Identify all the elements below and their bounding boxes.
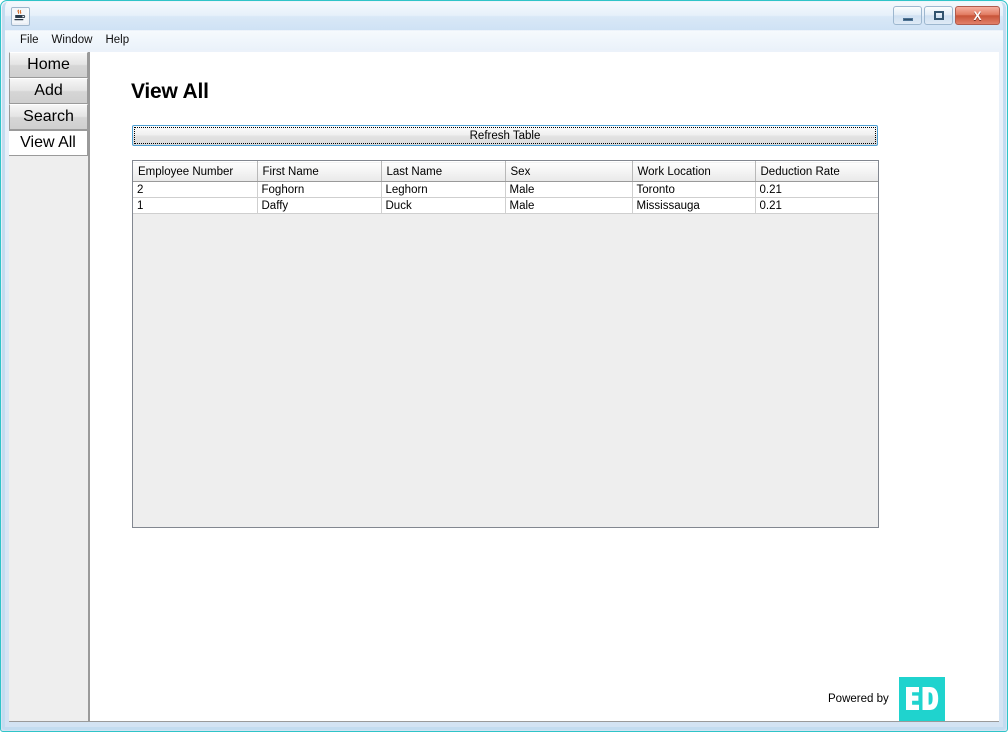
sidebar-item-label: Add <box>34 82 63 99</box>
cell-employee-number[interactable]: 1 <box>133 197 258 214</box>
menu-item-file[interactable]: File <box>14 33 46 49</box>
refresh-table-button-label: Refresh Table <box>469 129 541 142</box>
employee-table: Employee Number First Name Last Name Sex… <box>133 161 878 214</box>
table-row[interactable]: 2 Foghorn Leghorn Male Toronto 0.21 <box>133 181 878 198</box>
cell-deduction-rate[interactable]: 0.21 <box>755 197 878 214</box>
table-header-row: Employee Number First Name Last Name Sex… <box>133 161 878 182</box>
table-row[interactable]: 1 Daffy Duck Male Mississauga 0.21 <box>133 197 878 214</box>
sidebar-item-label: Home <box>27 56 70 73</box>
column-header-work-location[interactable]: Work Location <box>632 161 756 182</box>
cell-first-name[interactable]: Daffy <box>257 197 382 214</box>
cell-employee-number[interactable]: 2 <box>133 181 258 198</box>
application-window: X File Window Help Home Add Search View … <box>0 0 1008 732</box>
main-panel: View All Refresh Table Employee Number F… <box>89 52 999 722</box>
powered-by-label: Powered by <box>828 693 889 705</box>
sidebar-item-label: View All <box>20 134 76 151</box>
sidebar-item-label: Search <box>23 108 74 125</box>
sidebar-item-search[interactable]: Search <box>9 104 88 130</box>
sidebar-item-add[interactable]: Add <box>9 78 88 104</box>
cell-deduction-rate[interactable]: 0.21 <box>755 181 878 198</box>
page-title: View All <box>131 80 209 103</box>
menu-bar: File Window Help <box>5 31 1003 50</box>
cell-work-location[interactable]: Toronto <box>632 181 756 198</box>
cell-last-name[interactable]: Duck <box>381 197 506 214</box>
column-header-deduction-rate[interactable]: Deduction Rate <box>755 161 878 182</box>
sidebar-item-view-all[interactable]: View All <box>9 130 88 156</box>
cell-last-name[interactable]: Leghorn <box>381 181 506 198</box>
column-header-last-name[interactable]: Last Name <box>381 161 506 182</box>
sidebar-navigation: Home Add Search View All <box>9 52 89 722</box>
ed-logo-icon <box>898 677 945 721</box>
column-header-sex[interactable]: Sex <box>505 161 633 182</box>
cell-work-location[interactable]: Mississauga <box>632 197 756 214</box>
cell-sex[interactable]: Male <box>505 181 633 198</box>
refresh-table-button[interactable]: Refresh Table <box>132 125 878 146</box>
table-scroll-pane[interactable]: Employee Number First Name Last Name Sex… <box>132 160 879 528</box>
menu-item-window[interactable]: Window <box>46 33 100 49</box>
column-header-employee-number[interactable]: Employee Number <box>133 161 258 182</box>
column-header-first-name[interactable]: First Name <box>257 161 382 182</box>
sidebar-item-home[interactable]: Home <box>9 52 88 78</box>
powered-by-footer: Powered by <box>828 677 945 721</box>
content-area: Home Add Search View All View All Refres… <box>6 50 1002 723</box>
cell-sex[interactable]: Male <box>505 197 633 214</box>
cell-first-name[interactable]: Foghorn <box>257 181 382 198</box>
menu-item-help[interactable]: Help <box>99 33 136 49</box>
